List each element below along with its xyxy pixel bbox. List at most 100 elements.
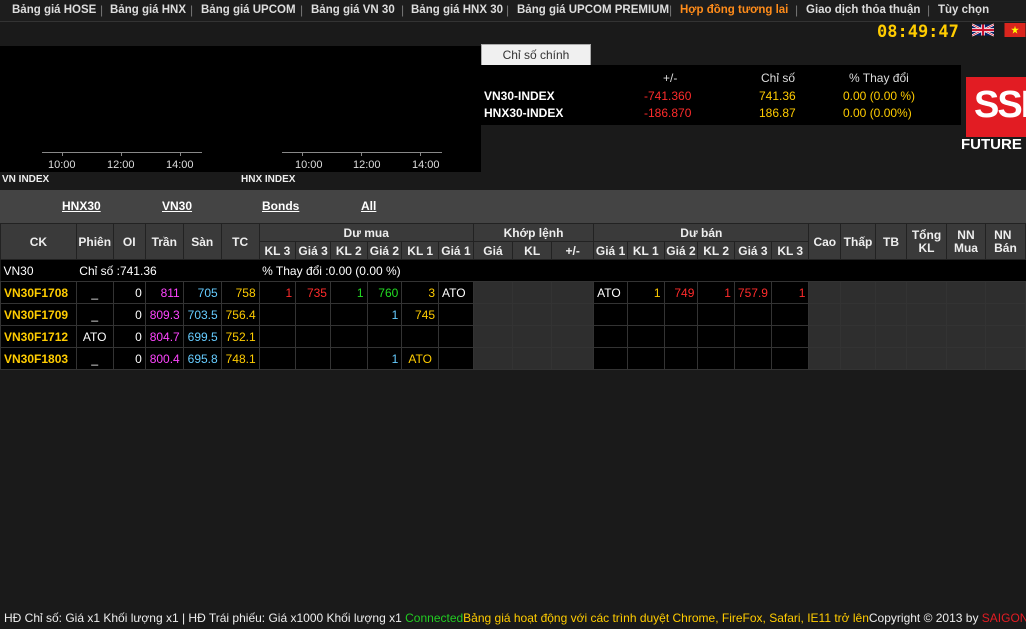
nav-hnx30[interactable]: Bảng giá HNX 30 — [411, 4, 503, 16]
col-m-chg: +/- — [551, 241, 595, 260]
table-row[interactable]: VN30F1712 ATO 0 804.7 699.5 752.1 — [0, 325, 1026, 348]
index-value: 186.87 — [759, 106, 796, 120]
col-m-kl: KL — [512, 241, 553, 260]
col-s-kl2: KL 2 — [697, 241, 735, 260]
vietnam-flag-icon[interactable] — [1004, 23, 1026, 37]
cell-s-kl2: 1 — [697, 281, 735, 304]
cell-oi: 0 — [112, 347, 146, 370]
tick-label: 14:00 — [166, 159, 194, 171]
empty-cell — [472, 347, 514, 370]
cell-b-kl2: 1 — [329, 281, 368, 304]
cell-s-gia2 — [663, 347, 699, 370]
empty-cell — [551, 325, 595, 348]
empty-cell — [985, 347, 1026, 370]
col-tb: TB — [874, 223, 908, 260]
filter-hnx30[interactable]: HNX30 — [62, 199, 101, 213]
tab-main-indices[interactable]: Chỉ số chính — [481, 44, 591, 65]
cell-b-kl1 — [401, 325, 440, 348]
filter-bonds[interactable]: Bonds — [262, 199, 299, 213]
cell-tc: 752.1 — [220, 325, 260, 348]
nav-upcom-premium[interactable]: Bảng giá UPCOM PREMIUM — [517, 4, 669, 16]
index-row-name: VN30 — [0, 259, 77, 282]
cell-ck: VN30F1803 — [0, 347, 77, 370]
nav-separator: | — [506, 3, 510, 17]
index-name: HNX30-INDEX — [484, 106, 564, 120]
empty-cell — [874, 325, 908, 348]
cell-tran: 804.7 — [144, 325, 184, 348]
nav-negotiated[interactable]: Giao dịch thỏa thuận — [806, 4, 920, 16]
col-tong-kl: Tổng KL — [906, 223, 947, 260]
cell-s-kl1 — [627, 303, 665, 326]
cell-b-kl3 — [258, 303, 297, 326]
col-oi: OI — [112, 223, 146, 260]
filter-all[interactable]: All — [361, 199, 376, 213]
empty-cell — [945, 347, 987, 370]
empty-cell — [472, 281, 514, 304]
index-change: -741.360 — [644, 89, 692, 103]
nav-separator: | — [100, 3, 104, 17]
tick-label: 12:00 — [353, 159, 381, 171]
cell-b-kl2 — [329, 347, 368, 370]
cell-ck: VN30F1709 — [0, 303, 77, 326]
col-b-kl1: KL 1 — [401, 241, 440, 260]
col-group-du-mua: Dư mua — [258, 223, 474, 242]
cell-s-gia3: 757.9 — [733, 281, 772, 304]
cell-s-gia1 — [593, 347, 628, 370]
vn-index-chart: 10:00 12:00 14:00 — [0, 46, 240, 172]
filter-vn30[interactable]: VN30 — [162, 199, 192, 213]
cell-b-gia1 — [438, 303, 474, 326]
uk-flag-icon[interactable] — [972, 23, 994, 37]
tick-mark — [180, 152, 181, 156]
cell-b-gia3 — [295, 303, 331, 326]
nav-hose[interactable]: Bảng giá HOSE — [12, 4, 96, 16]
cell-san: 703.5 — [182, 303, 222, 326]
footer: HĐ Chỉ số: Giá x1 Khối lượng x1 | HĐ Trá… — [0, 608, 1026, 629]
empty-cell — [906, 281, 947, 304]
footer-info: HĐ Chỉ số: Giá x1 Khối lượng x1 | HĐ Trá… — [4, 611, 402, 625]
nav-upcom[interactable]: Bảng giá UPCOM — [201, 4, 296, 16]
cell-phien: _ — [75, 281, 114, 304]
cell-b-kl3: 1 — [258, 281, 297, 304]
copyright: Copyright © 2013 by — [868, 611, 982, 625]
hnx-index-label: HNX INDEX — [241, 174, 296, 185]
empty-cell — [840, 347, 876, 370]
cell-s-kl3 — [770, 325, 810, 348]
empty-cell — [808, 303, 842, 326]
col-tran: Trần — [144, 223, 184, 260]
cell-b-kl3 — [258, 347, 297, 370]
index-pct: 0.00 (0.00%) — [843, 106, 912, 120]
empty-cell — [472, 325, 514, 348]
brand-link[interactable]: SAIGON — [982, 611, 1026, 625]
nav-vn30[interactable]: Bảng giá VN 30 — [311, 4, 395, 16]
col-s-kl3: KL 3 — [770, 241, 810, 260]
x-axis — [282, 152, 442, 153]
nav-separator: | — [795, 3, 799, 17]
tick-label: 10:00 — [295, 159, 323, 171]
table-row[interactable]: VN30F1709 _ 0 809.3 703.5 756.4 1 745 — [0, 303, 1026, 326]
cell-s-kl1 — [627, 325, 665, 348]
cell-s-kl2 — [697, 303, 735, 326]
cell-s-gia3 — [733, 303, 772, 326]
empty-cell — [874, 347, 908, 370]
empty-cell — [840, 281, 876, 304]
cell-tran: 811 — [144, 281, 184, 304]
cell-b-gia2: 760 — [366, 281, 403, 304]
nav-options[interactable]: Tùy chọn — [938, 4, 989, 16]
table-row[interactable]: VN30F1803 _ 0 800.4 695.8 748.1 1 ATO — [0, 347, 1026, 370]
cell-tran: 800.4 — [144, 347, 184, 370]
cell-tc: 748.1 — [220, 347, 260, 370]
cell-oi: 0 — [112, 325, 146, 348]
nav-futures[interactable]: Hợp đồng tương lai — [680, 4, 788, 16]
index-charts: 10:00 12:00 14:00 10:00 12:00 14:00 — [0, 46, 481, 172]
cell-s-kl2 — [697, 347, 735, 370]
col-b-gia1: Giá 1 — [438, 241, 474, 260]
header-change: +/- — [663, 71, 678, 85]
cell-b-kl2 — [329, 325, 368, 348]
cell-tc: 756.4 — [220, 303, 260, 326]
cell-b-kl1: ATO — [401, 347, 440, 370]
cell-b-gia3: 735 — [295, 281, 331, 304]
empty-cell — [985, 325, 1026, 348]
table-row[interactable]: VN30F1708 _ 0 811 705 758 1 735 1 760 3 ATO ATO 1 749 1… — [0, 281, 1026, 304]
tick-label: 14:00 — [412, 159, 440, 171]
nav-hnx[interactable]: Bảng giá HNX — [110, 4, 186, 16]
